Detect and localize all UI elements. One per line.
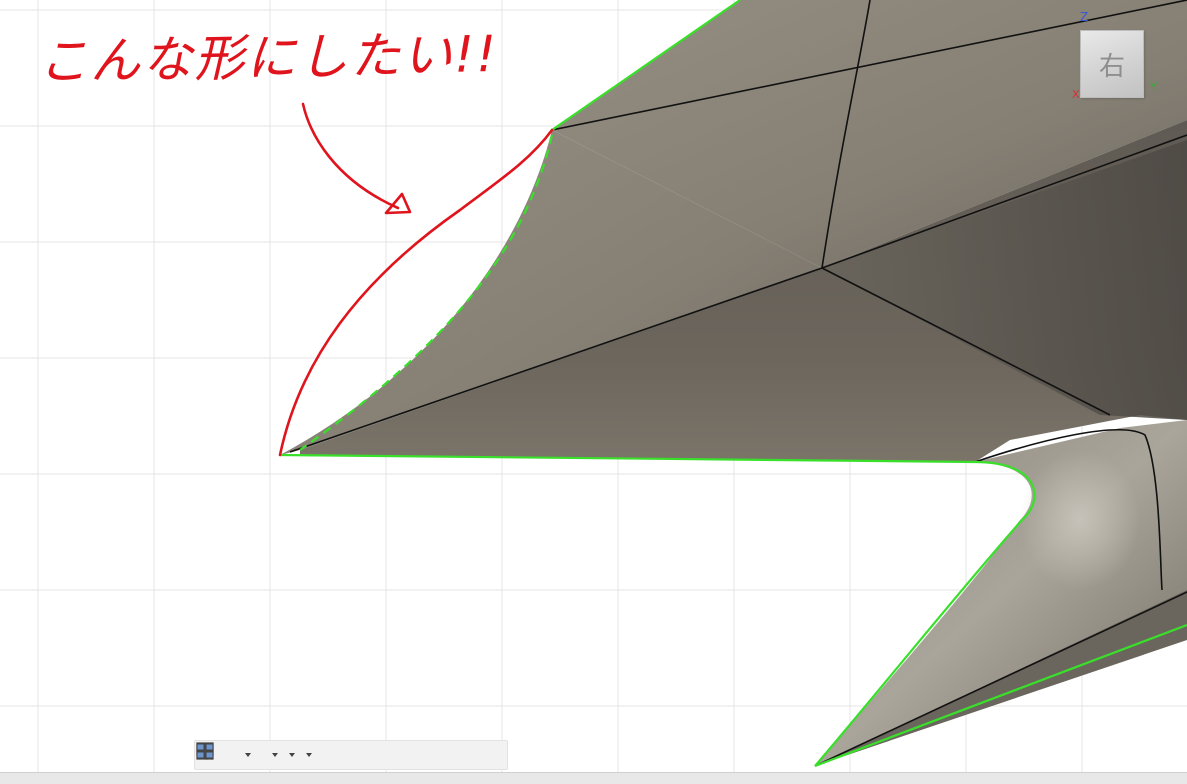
chevron-down-icon bbox=[245, 753, 251, 757]
model-canvas bbox=[0, 0, 1187, 772]
display-settings-button[interactable] bbox=[196, 743, 278, 767]
design-viewport[interactable]: こんな形にしたい!! Z 右 Y X bbox=[0, 0, 1187, 784]
model-lower-fin bbox=[815, 420, 1187, 766]
chevron-down-icon bbox=[306, 753, 312, 757]
navigation-toolbar bbox=[194, 740, 508, 770]
axis-x-label: X bbox=[1072, 88, 1080, 101]
axis-y-label: Y bbox=[1150, 80, 1158, 94]
chevron-down-icon bbox=[272, 753, 278, 757]
view-cube[interactable]: Z 右 Y X bbox=[1064, 10, 1174, 101]
grid-settings-button[interactable] bbox=[196, 742, 295, 767]
chevron-down-icon bbox=[289, 753, 295, 757]
model-highlight bbox=[1020, 450, 1140, 590]
view-cube-face-right[interactable]: 右 bbox=[1080, 30, 1144, 98]
status-bar bbox=[0, 772, 1187, 784]
fit-button[interactable] bbox=[197, 743, 251, 767]
viewports-button[interactable] bbox=[196, 743, 312, 767]
annotation-arrow-shaft bbox=[301, 102, 400, 210]
axis-z-label: Z bbox=[1080, 10, 1089, 24]
viewports-icon bbox=[196, 743, 214, 759]
annotation-note: こんな形にしたい!! bbox=[37, 24, 499, 92]
